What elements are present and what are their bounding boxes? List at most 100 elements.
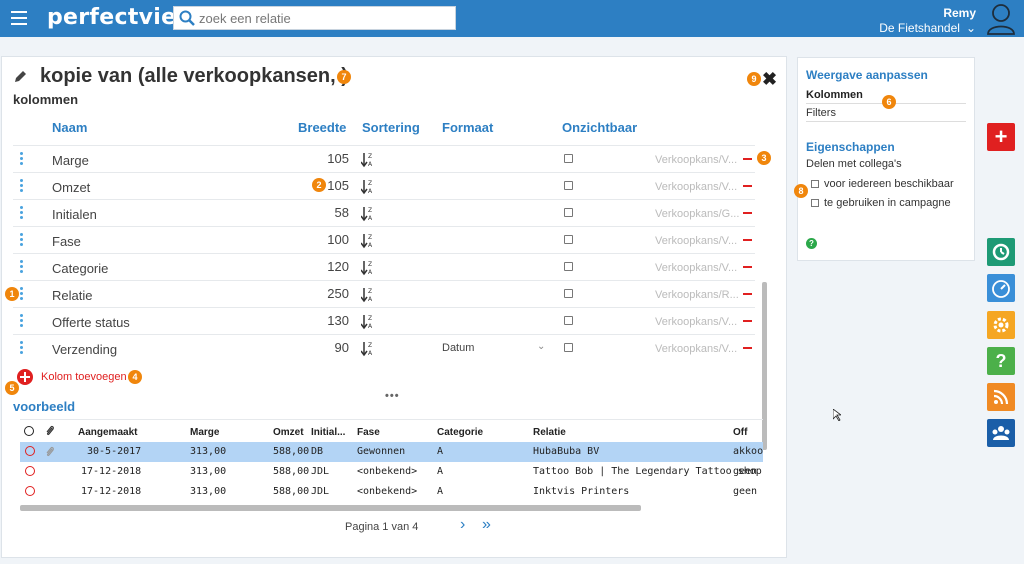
cell-initials: DB (311, 446, 324, 457)
sort-az-icon[interactable]: ZA (361, 312, 375, 330)
columns-list: Marge 105 ZA Verkoopkans/V... Omzet 105 … (13, 145, 755, 361)
community-icon[interactable] (987, 419, 1015, 447)
rss-icon[interactable] (987, 383, 1015, 411)
next-page-icon[interactable]: › (460, 516, 465, 534)
column-name[interactable]: Omzet (52, 180, 90, 195)
user-org[interactable]: De Fietshandel ⌄ (879, 21, 976, 35)
drag-handle-icon[interactable] (20, 314, 23, 328)
remove-column-icon[interactable] (743, 266, 752, 268)
remove-column-icon[interactable] (743, 293, 752, 295)
sort-az-icon[interactable]: ZA (361, 339, 375, 357)
preview-header[interactable]: Categorie (437, 427, 483, 438)
search-input[interactable] (199, 9, 449, 27)
hidden-checkbox[interactable] (564, 235, 573, 244)
column-width[interactable]: 105 (327, 151, 349, 166)
sort-az-icon[interactable]: ZA (361, 150, 375, 168)
remove-column-icon[interactable] (743, 239, 752, 241)
column-name[interactable]: Offerte status (52, 315, 130, 330)
preview-header[interactable]: Marge (190, 427, 219, 438)
col-header-hidden[interactable]: Onzichtbaar (562, 120, 637, 135)
preview-row[interactable]: 30-5-2017 313,00 588,00 DB Gewonnen A Hu… (20, 442, 763, 462)
close-icon[interactable]: ✖ (762, 69, 777, 90)
preview-header[interactable]: Initial... (311, 427, 345, 438)
avatar-icon[interactable] (986, 3, 1016, 35)
col-header-width[interactable]: Breedte (298, 120, 346, 135)
hidden-checkbox[interactable] (564, 208, 573, 217)
column-name[interactable]: Fase (52, 234, 81, 249)
drag-handle-icon[interactable] (20, 287, 23, 301)
badge-1: 1 (5, 287, 19, 301)
resize-handle-icon[interactable]: ••• (385, 390, 400, 402)
help-button-icon[interactable]: ? (987, 347, 1015, 375)
last-page-icon[interactable]: » (482, 516, 491, 534)
history-icon[interactable] (987, 238, 1015, 266)
user-name[interactable]: Remy (943, 6, 976, 20)
gear-icon[interactable] (987, 311, 1015, 339)
sort-az-icon[interactable]: ZA (361, 231, 375, 249)
hidden-checkbox[interactable] (564, 181, 573, 190)
drag-handle-icon[interactable] (20, 152, 23, 166)
col-header-sort[interactable]: Sortering (362, 120, 420, 135)
hidden-checkbox[interactable] (564, 316, 573, 325)
sort-az-icon[interactable]: ZA (361, 177, 375, 195)
preview-row[interactable]: 17-12-2018 313,00 588,00 JDL <onbekend> … (20, 482, 763, 499)
option-everyone[interactable]: voor iedereen beschikbaar (811, 178, 954, 190)
preview-row[interactable]: 17-12-2018 313,00 588,00 JDL <onbekend> … (20, 462, 763, 482)
col-header-name[interactable]: Naam (52, 120, 87, 135)
column-width[interactable]: 90 (335, 340, 349, 355)
column-name[interactable]: Categorie (52, 261, 108, 276)
column-width[interactable]: 120 (327, 259, 349, 274)
drag-handle-icon[interactable] (20, 341, 23, 355)
hidden-checkbox[interactable] (564, 262, 573, 271)
column-width[interactable]: 100 (327, 232, 349, 247)
remove-column-icon[interactable] (743, 158, 752, 160)
badge-5: 5 (5, 381, 19, 395)
column-name[interactable]: Initialen (52, 207, 97, 222)
column-name[interactable]: Verzending (52, 342, 117, 357)
everyone-checkbox[interactable] (811, 180, 819, 188)
pencil-icon[interactable] (13, 70, 27, 84)
remove-column-icon[interactable] (743, 320, 752, 322)
chevron-down-icon[interactable]: ⌄ (537, 341, 545, 352)
preview-header[interactable]: Fase (357, 427, 380, 438)
sort-az-icon[interactable]: ZA (361, 285, 375, 303)
preview-header[interactable]: Relatie (533, 427, 566, 438)
svg-text:Z: Z (368, 261, 372, 268)
remove-column-icon[interactable] (743, 212, 752, 214)
preview-header[interactable]: Aangemaakt (78, 427, 137, 438)
clock-icon (25, 466, 35, 476)
column-name[interactable]: Marge (52, 153, 89, 168)
column-width[interactable]: 250 (327, 286, 349, 301)
sort-az-icon[interactable]: ZA (361, 204, 375, 222)
column-name[interactable]: Relatie (52, 288, 92, 303)
plus-circle-icon (17, 369, 33, 385)
column-width[interactable]: 130 (327, 313, 349, 328)
hidden-checkbox[interactable] (564, 154, 573, 163)
horizontal-scrollbar[interactable] (20, 505, 641, 511)
dashboard-icon[interactable] (987, 274, 1015, 302)
col-header-format[interactable]: Formaat (442, 120, 493, 135)
sort-az-icon[interactable]: ZA (361, 258, 375, 276)
tab-filters[interactable]: Filters (806, 107, 966, 122)
search-box[interactable] (173, 6, 456, 30)
preview-header[interactable]: Off (733, 427, 747, 438)
campaign-checkbox[interactable] (811, 199, 819, 207)
hidden-checkbox[interactable] (564, 289, 573, 298)
remove-column-icon[interactable] (743, 347, 752, 349)
remove-column-icon[interactable] (743, 185, 752, 187)
preview-header[interactable]: Omzet (273, 427, 304, 438)
drag-handle-icon[interactable] (20, 179, 23, 193)
option-campaign[interactable]: te gebruiken in campagne (811, 197, 951, 209)
drag-handle-icon[interactable] (20, 233, 23, 247)
help-icon[interactable]: ? (806, 238, 817, 249)
column-row: Initialen 58 ZA Verkoopkans/G... (13, 199, 755, 226)
drag-handle-icon[interactable] (20, 260, 23, 274)
column-row: Marge 105 ZA Verkoopkans/V... (13, 145, 755, 172)
column-width[interactable]: 58 (335, 205, 349, 220)
drag-handle-icon[interactable] (20, 206, 23, 220)
column-width[interactable]: 105 (327, 178, 349, 193)
hamburger-menu-icon[interactable] (11, 11, 27, 25)
add-new-icon[interactable]: + (987, 123, 1015, 151)
hidden-checkbox[interactable] (564, 343, 573, 352)
column-format[interactable]: Datum (442, 342, 474, 354)
